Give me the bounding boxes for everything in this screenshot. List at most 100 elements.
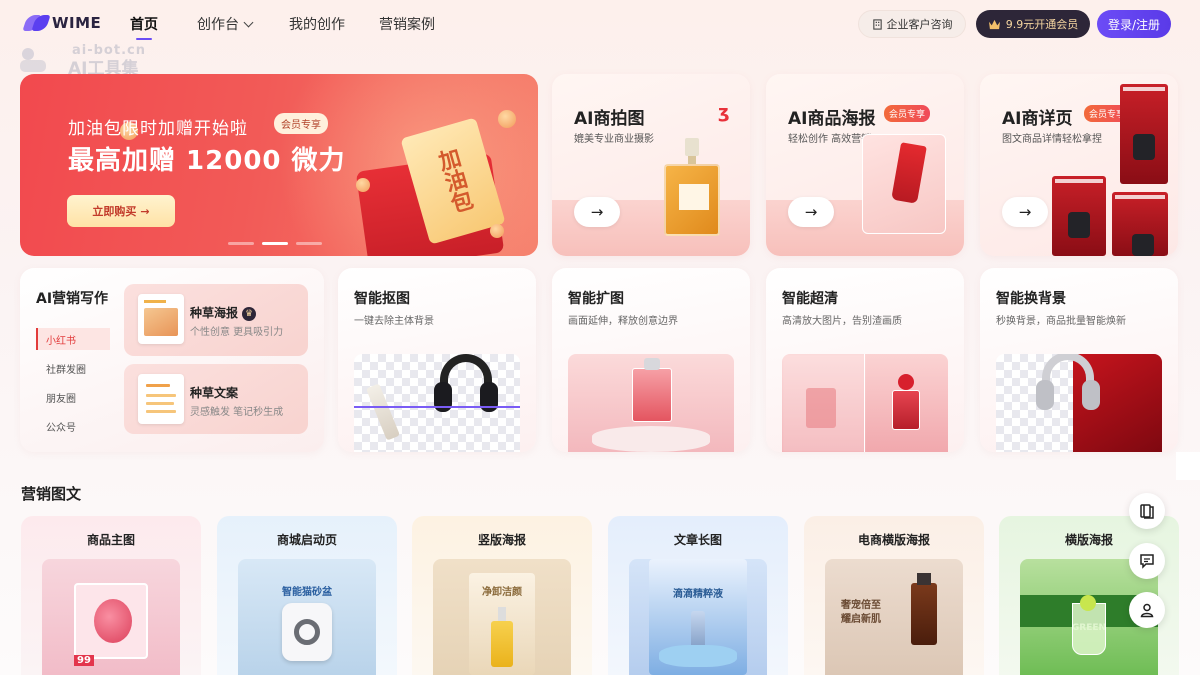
card-subtitle: 轻松创作 高效营销: [788, 134, 872, 145]
tool-description: 高清放大图片，告别渣画质: [782, 316, 902, 327]
user-icon[interactable]: [1129, 592, 1165, 628]
brand-name: WIME: [52, 14, 102, 32]
book-icon[interactable]: [1129, 493, 1165, 529]
panel-title: AI营销写作: [36, 291, 109, 307]
seeding-poster-item[interactable]: 种草海报 ♛ 个性创意 更具吸引力: [124, 284, 308, 356]
watermark-robot-icon: [20, 48, 46, 72]
card-title: AI商品海报: [788, 109, 876, 129]
smart-cutout-card[interactable]: 智能抠图 一键去除主体背景: [338, 268, 536, 452]
background-preview-image: [996, 354, 1162, 452]
template-title: 竖版海报: [477, 533, 526, 547]
login-button[interactable]: 登录/注册: [1097, 10, 1171, 38]
smart-expand-card[interactable]: 智能扩图 画面延伸，释放创意边界: [552, 268, 750, 452]
template-card-launch-page[interactable]: 商城启动页 智能猫砂盆: [217, 516, 397, 675]
building-icon: [872, 18, 882, 30]
template-title: 商品主图: [86, 533, 135, 547]
ribbon-graphic: ʒ: [718, 102, 730, 123]
arrow-right-icon[interactable]: →: [574, 197, 620, 227]
template-card-long-article[interactable]: 文章长图 滴滴精粹液: [608, 516, 788, 675]
cutout-preview-image: [354, 354, 520, 452]
item-title-text: 种草海报: [190, 306, 239, 320]
preview-caption: 智能猫砂盆: [282, 587, 332, 598]
preview-caption: 奢宠倍至 耀启新肌: [841, 600, 881, 625]
tab-official-account[interactable]: 公众号: [36, 415, 110, 437]
template-title: 电商横版海报: [857, 533, 930, 547]
coin-graphic: [498, 110, 516, 128]
hd-preview-image: [782, 354, 948, 452]
carousel-dot[interactable]: [228, 242, 254, 245]
writing-tabs: 小红书 社群发圈 朋友圈 公众号: [36, 328, 110, 444]
template-preview-image: 智能猫砂盆: [238, 559, 376, 675]
tool-description: 画面延伸，释放创意边界: [568, 316, 678, 327]
top-nav: WIME ai-bot.cn AI工具集 首页 创作台 我的创作 营销案例 企业…: [0, 0, 1200, 78]
nav-marketing-cases[interactable]: 营销案例: [379, 14, 435, 34]
card-subtitle: 图文商品详情轻松拿捏: [1002, 134, 1102, 145]
preview-caption: 滴滴精粹液: [673, 589, 723, 600]
item-description: 个性创意 更具吸引力: [190, 327, 284, 338]
coin-graphic: [356, 178, 370, 192]
vip-button[interactable]: 9.9元开通会员: [976, 10, 1090, 38]
copy-thumbnail: [138, 374, 184, 424]
nav-home[interactable]: 首页: [130, 14, 158, 40]
buy-now-label: 立即购买: [92, 205, 137, 218]
tab-community[interactable]: 社群发圈: [36, 357, 110, 379]
banner-offer: 最高加赠 12000 微力: [68, 146, 346, 176]
template-title: 商城启动页: [276, 533, 337, 547]
section-title: 营销图文: [21, 485, 82, 503]
template-card-vertical-poster[interactable]: 竖版海报 净卸洁颜: [412, 516, 592, 675]
perfume-bottle-image: [664, 138, 720, 236]
carousel-dot-active[interactable]: [262, 242, 288, 245]
speaker-image: [1068, 212, 1090, 238]
logo[interactable]: WIME: [22, 14, 102, 32]
chevron-down-icon: [243, 17, 254, 28]
card-subtitle: 媲美专业商业摄影: [574, 134, 654, 145]
smart-background-card[interactable]: 智能换背景 秒换背景，商品批量智能焕新: [980, 268, 1178, 452]
ai-detail-page-card[interactable]: AI商详页 会员专享 图文商品详情轻松拿捏 →: [980, 74, 1178, 256]
smart-hd-card[interactable]: 智能超清 高清放大图片，告别渣画质: [766, 268, 964, 452]
seeding-copy-item[interactable]: 种草文案 灵感触发 笔记秒生成: [124, 364, 308, 434]
promo-banner[interactable]: 加油包 加油包限时加赠开始啦 会员专享 最高加赠 12000 微力 立即购买 →: [20, 74, 538, 256]
coin-graphic: [490, 224, 504, 238]
watermark: ai-bot.cn AI工具集: [14, 38, 146, 78]
logo-mark-icon: [22, 15, 51, 31]
template-card-main-image[interactable]: 商品主图 99: [21, 516, 201, 675]
enterprise-consult-button[interactable]: 企业客户咨询: [858, 10, 966, 38]
nav-my-creations[interactable]: 我的创作: [289, 14, 345, 34]
card-title: AI商详页: [1002, 109, 1073, 129]
buy-now-button[interactable]: 立即购买 →: [67, 195, 175, 227]
tab-moments[interactable]: 朋友圈: [36, 386, 110, 408]
arrow-right-icon[interactable]: →: [788, 197, 834, 227]
tool-title: 智能抠图: [354, 291, 410, 307]
expand-preview-image: [568, 354, 734, 452]
enterprise-consult-label: 企业客户咨询: [886, 18, 953, 31]
preview-caption: 净卸洁颜: [482, 587, 522, 598]
member-badge: 会员专享: [884, 105, 931, 122]
nav-create-label: 创作台: [197, 17, 239, 33]
ai-product-poster-card[interactable]: AI商品海报 会员专享 轻松创作 高效营销 →: [766, 74, 964, 256]
arrow-right-icon: →: [140, 204, 150, 218]
arrow-right-icon[interactable]: →: [1002, 197, 1048, 227]
banner-headline: 加油包限时加赠开始啦: [68, 119, 248, 139]
tool-title: 智能超清: [782, 291, 838, 307]
item-description: 灵感触发 笔记秒生成: [190, 407, 284, 418]
poster-thumbnail: [138, 294, 184, 344]
item-title: 种草文案: [190, 386, 239, 400]
carousel-dots: [228, 242, 322, 245]
template-title: 文章长图: [673, 533, 722, 547]
member-badge: 会员专享: [274, 113, 328, 134]
chat-icon[interactable]: [1129, 543, 1165, 579]
card-title: AI商拍图: [574, 109, 645, 129]
template-card-ecommerce-banner[interactable]: 电商横版海报 奢宠倍至 耀启新肌: [804, 516, 984, 675]
vip-label: 9.9元开通会员: [1005, 18, 1079, 31]
template-preview-image: 99: [42, 559, 180, 675]
template-preview-image: 奢宠倍至 耀启新肌: [825, 559, 963, 675]
nav-create[interactable]: 创作台: [197, 14, 254, 34]
template-preview-image: 净卸洁颜: [433, 559, 571, 675]
speaker-image: [1133, 134, 1155, 160]
price-tag: 99: [74, 655, 94, 666]
tab-xiaohongshu[interactable]: 小红书: [36, 328, 110, 350]
template-preview-image: 滴滴精粹液: [629, 559, 767, 675]
ai-product-photo-card[interactable]: AI商拍图 媲美专业商业摄影 ʒ →: [552, 74, 750, 256]
carousel-dot[interactable]: [296, 242, 322, 245]
tool-title: 智能扩图: [568, 291, 624, 307]
